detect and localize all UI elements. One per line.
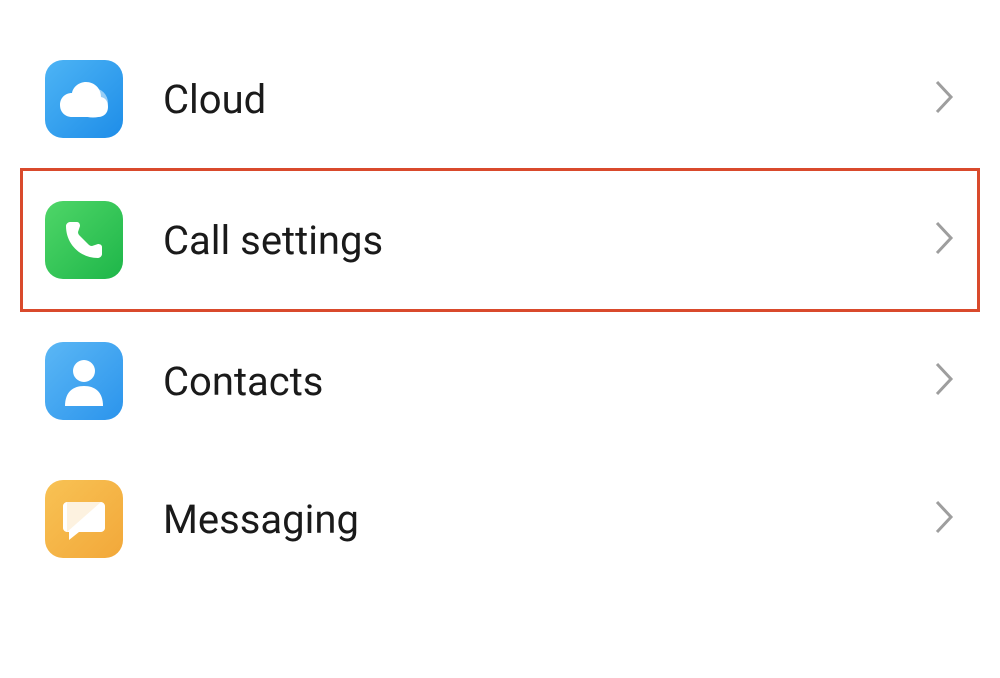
chevron-right-icon	[933, 498, 955, 540]
chevron-right-icon	[933, 219, 955, 261]
settings-item-cloud[interactable]: Cloud	[0, 30, 1000, 168]
phone-icon	[45, 201, 123, 279]
settings-list: Cloud Call settings Contacts	[0, 30, 1000, 588]
settings-item-messaging[interactable]: Messaging	[0, 450, 1000, 588]
settings-item-label: Cloud	[163, 76, 933, 123]
chevron-right-icon	[933, 360, 955, 402]
settings-item-label: Messaging	[163, 496, 933, 543]
cloud-icon	[45, 60, 123, 138]
settings-item-label: Contacts	[163, 358, 933, 405]
message-icon	[45, 480, 123, 558]
chevron-right-icon	[933, 78, 955, 120]
settings-item-call-settings[interactable]: Call settings	[20, 168, 980, 312]
settings-item-label: Call settings	[163, 217, 933, 264]
person-icon	[45, 342, 123, 420]
settings-item-contacts[interactable]: Contacts	[0, 312, 1000, 450]
